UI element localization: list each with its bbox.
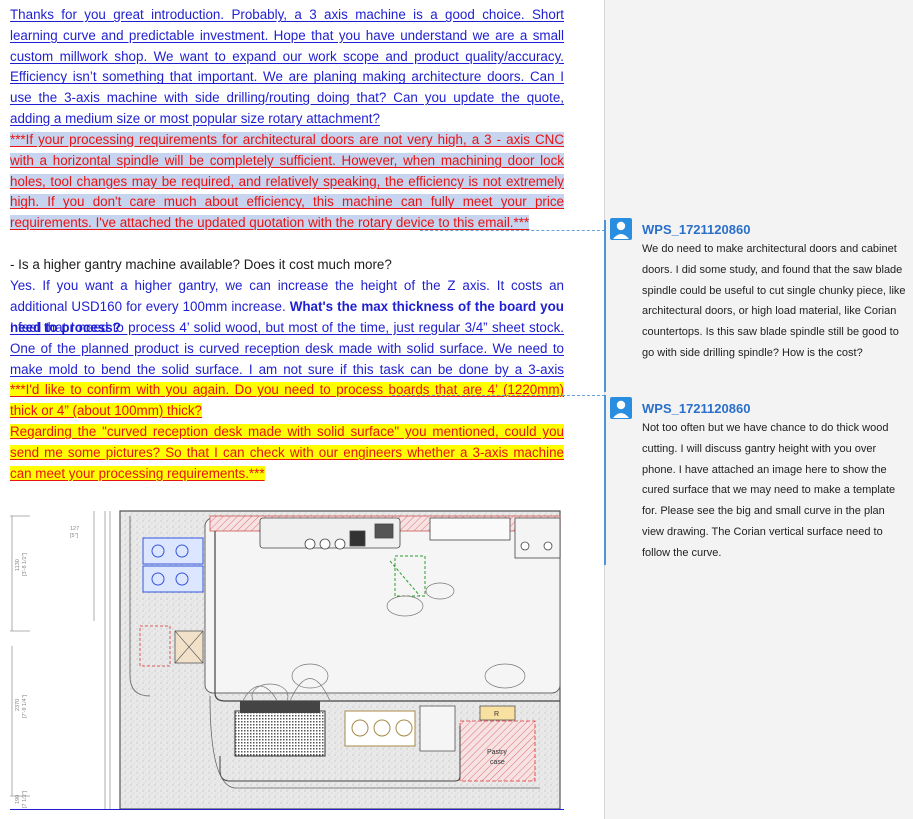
paragraph-gantry-question[interactable]: - Is a higher gantry machine available? … (10, 255, 564, 276)
comment-author: WPS_1721120860 (642, 221, 751, 237)
request-pictures-text: Regarding the "curved reception desk mad… (10, 424, 564, 481)
user-avatar-icon (610, 218, 632, 240)
dim-1130-label: 1130 (15, 559, 21, 571)
comment-2[interactable]: WPS_1721120860 Not too often but we have… (610, 397, 906, 564)
dim-127-label: 127 (70, 526, 79, 532)
sink-fixtures (344, 710, 416, 747)
label-pastry: Pastry (487, 749, 507, 756)
document-page: Thanks for you great introduction. Proba… (0, 0, 604, 819)
dim-2370-imperial: [7'-9 1/4"] (22, 694, 28, 718)
dim-127-imperial: [5"] (70, 533, 79, 539)
label-case: case (490, 759, 505, 766)
comment-1-bar (604, 220, 606, 392)
comment-author: WPS_1721120860 (642, 400, 751, 416)
grille-unit (234, 710, 326, 757)
confirm-thickness-text: ***I'd like to confirm with you again. D… (10, 382, 564, 418)
floor-plan-drawing[interactable]: 127 [5"] 1130 [3'-8 1/2"] 2370 [7'-9 1/4… (10, 496, 564, 809)
dim-1130-imperial: [3'-8 1/2"] (22, 552, 28, 576)
dim-190-imperial: [7 1/2"] (22, 790, 28, 808)
dim-2370-label: 2370 (15, 699, 21, 711)
document-bottom-rule (10, 809, 564, 810)
label-r: R (494, 711, 499, 718)
comment-1[interactable]: WPS_1721120860 We do need to make archit… (610, 218, 906, 364)
comment-connector-2 (392, 395, 605, 396)
paragraph-customer-intro[interactable]: Thanks for you great introduction. Proba… (10, 5, 564, 130)
comment-text: Not too often but we have chance to do t… (642, 422, 896, 559)
paragraph-confirm-thickness[interactable]: ***I'd like to confirm with you again. D… (10, 380, 564, 422)
paragraph-reply-doors[interactable]: ***If your processing requirements for a… (10, 130, 564, 234)
reply-doors-text: ***If your processing requirements for a… (10, 132, 564, 231)
dim-190-label: 190 (15, 795, 21, 804)
paragraph-request-pictures[interactable]: Regarding the "curved reception desk mad… (10, 422, 564, 484)
comment-text: We do need to make architectural doors a… (642, 243, 906, 359)
comment-2-bar (604, 395, 606, 565)
comment-connector-1 (420, 230, 605, 231)
user-avatar-icon (610, 397, 632, 419)
